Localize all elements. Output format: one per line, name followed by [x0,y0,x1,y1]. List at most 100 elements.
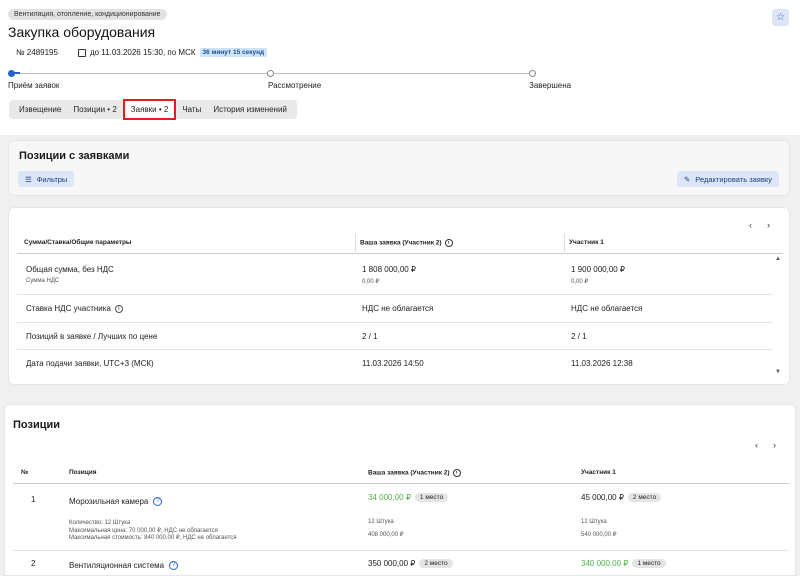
positions-col-own-bid[interactable]: Ваша заявка (Участник 2) › [368,469,461,477]
own-date-value: 11.03.2026 14:50 [362,359,424,368]
procurement-meta: № 2489195 до 11.03.2026 15:30, по МСК 36… [16,48,268,57]
column-divider [564,234,565,252]
position-name-text: Вентиляционная система [69,561,165,570]
summary-table: ‹ › Сумма/Ставка/Общие параметры Ваша за… [8,207,790,385]
page-title: Закупка оборудования [8,24,156,40]
own-quantity: 12 Штука [368,519,394,525]
edit-bid-button[interactable]: ✎ Редактировать заявку [677,171,779,187]
tab-chats[interactable]: Чаты [176,100,207,119]
stage-label-review: Рассмотрение [268,81,322,90]
question-icon: ? [153,497,163,507]
position-name[interactable]: Вентиляционная система? [69,561,179,571]
favorite-star-button[interactable]: ☆ [772,9,789,26]
filter-sliders-icon: ☰ [25,174,32,184]
stage-dot-3 [529,70,536,77]
row-vat-rate-label-text: Ставка НДС участника [26,304,111,313]
chevron-right-icon[interactable]: › [773,440,776,450]
rank-badge: 1 место [414,493,449,503]
summary-col-own-bid-label: Ваша заявка (Участник 2) [360,239,442,247]
summary-pager: ‹ › [749,220,770,230]
summary-col-own-bid[interactable]: Ваша заявка (Участник 2) › [360,239,453,247]
question-icon: ? [169,561,179,571]
tab-bar: Извещение Позиции • 2 Заявки • 2 Чаты Ис… [9,99,297,120]
category-badge: Вентиляция, отопление, кондиционирование [8,9,167,20]
chevron-right-icon[interactable]: › [767,220,770,230]
position-number: 1 [31,495,36,504]
chevron-left-icon[interactable]: ‹ [749,220,752,230]
own-price-value: 350 000,00 ₽ [368,559,416,568]
rank-badge: 2 место [419,559,453,569]
stage-dot-1 [8,70,15,77]
row-vat-rate-label: Ставка НДС участника i [26,304,123,313]
arrow-right-circle-icon: › [444,239,453,247]
position-max-cost: Максимальная стоимость: 840 000,00 ₽, НД… [69,535,237,541]
scroll-up-icon[interactable]: ▲ [775,256,781,262]
countdown-timer: 36 минут 15 секунд [199,48,268,57]
row-divider [17,322,773,323]
positions-section-title: Позиции [13,419,60,431]
filters-button[interactable]: ☰ Фильтры [18,171,75,187]
tab-history[interactable]: История изменений [207,100,293,119]
positions-col-name: Позиция [69,469,97,476]
chevron-left-icon[interactable]: ‹ [755,440,758,450]
tab-notice[interactable]: Извещение [13,100,67,119]
row-vat-sum-label: Сумма НДС [26,278,60,284]
rank-badge: 2 место [627,493,662,503]
p1-price-value: 45 000,00 ₽ [581,493,624,502]
own-price: 34 000,00 ₽1 место [368,493,449,503]
p1-quantity: 12 Штука [581,519,607,525]
own-price: 350 000,00 ₽2 место [368,559,453,569]
rank-badge: 1 место [632,559,666,569]
p1-vat-sum-value: 0,00 ₽ [571,279,589,285]
row-divider [17,294,773,295]
own-positions-value: 2 / 1 [362,332,378,341]
deadline-text: до 11.03.2026 15:30, по МСК [89,48,196,57]
star-icon: ☆ [776,12,785,23]
own-vat-sum-value: 0,00 ₽ [362,279,380,285]
row-positions-label: Позиций в заявке / Лучших по цене [26,332,158,341]
stage-label-receiving: Приём заявок [8,81,60,90]
summary-col-params: Сумма/Ставка/Общие параметры [24,239,132,246]
info-icon[interactable]: i [114,304,123,313]
own-total: 408 000,00 ₽ [368,532,404,538]
p1-price: 45 000,00 ₽2 место [581,493,662,503]
arrow-right-circle-icon: › [452,469,461,477]
stage-dot-2 [267,70,274,77]
filters-button-label: Фильтры [36,174,68,184]
p1-total: 540 000,00 ₽ [581,532,617,538]
positions-col-num: № [21,469,29,476]
own-total-value: 1 808 000,00 ₽ [362,265,417,274]
bids-section-title: Позиции с заявками [19,150,130,162]
calendar-icon [77,48,86,57]
p1-price-value: 340 000,00 ₽ [581,559,629,568]
pencil-icon: ✎ [684,174,691,184]
p1-date-value: 11.03.2026 12:38 [571,359,633,368]
own-price-value: 34 000,00 ₽ [368,493,411,502]
position-name-text: Морозильная камера [69,497,149,506]
positions-section: Позиции ‹ › № Позиция Ваша заявка (Участ… [4,404,796,576]
p1-total-value: 1 900 000,00 ₽ [571,265,626,274]
header-divider [13,483,789,484]
row-divider [17,349,773,350]
procurement-header: Вентиляция, отопление, кондиционирование… [0,0,800,135]
row-total-label: Общая сумма, без НДС [26,265,114,274]
bids-section: Позиции с заявками ☰ Фильтры ✎ Редактиро… [8,140,790,196]
row-date-label: Дата подачи заявки, UTC+3 (МСК) [26,359,154,368]
position-quantity: Количество: 12 Штука [69,520,131,526]
tab-bids[interactable]: Заявки • 2 [122,99,177,120]
header-divider [17,253,783,254]
edit-bid-button-label: Редактировать заявку [695,174,772,184]
tab-positions[interactable]: Позиции • 2 [67,100,122,119]
row-divider [13,550,789,551]
stage-label-completed: Завершена [529,81,572,90]
summary-col-participant-1: Участник 1 [569,239,604,246]
position-name[interactable]: Морозильная камера? [69,497,163,507]
position-number: 2 [31,559,36,568]
scroll-down-icon[interactable]: ▼ [775,369,781,375]
positions-col-own-bid-label: Ваша заявка (Участник 2) [368,469,450,477]
own-vat-rate-value: НДС не облагается [362,304,434,313]
positions-pager: ‹ › [755,440,776,450]
positions-col-participant-1: Участник 1 [581,469,616,476]
p1-price: 340 000,00 ₽1 место [581,559,666,569]
p1-vat-rate-value: НДС не облагается [571,304,643,313]
